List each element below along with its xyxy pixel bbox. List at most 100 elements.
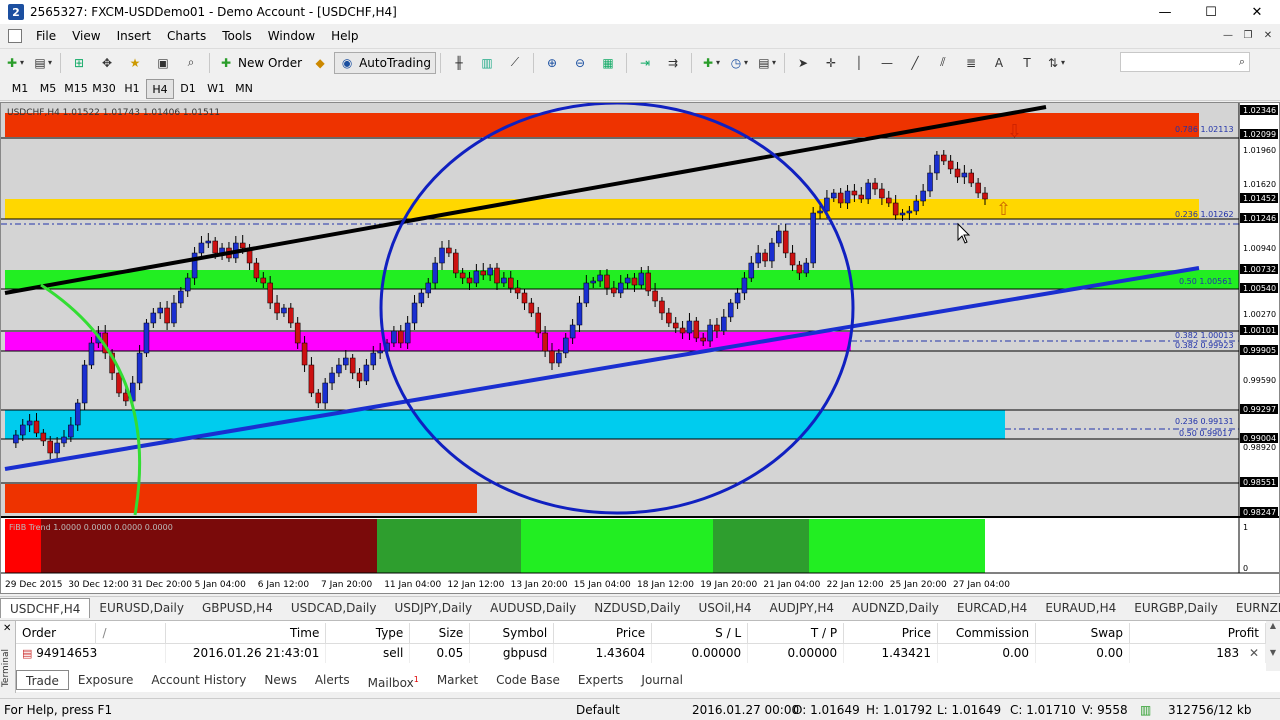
close-button[interactable]: ✕ <box>1234 0 1280 24</box>
terminal-tab-experts[interactable]: Experts <box>569 670 633 690</box>
col-tp[interactable]: T / P <box>747 623 845 643</box>
horizontal-line-button[interactable]: — <box>876 52 898 74</box>
terminal-close-icon[interactable]: ✕ <box>3 623 11 634</box>
tf-h1[interactable]: H1 <box>118 79 146 99</box>
chart-tab[interactable]: GBPUSD,H4 <box>193 598 282 618</box>
col-size[interactable]: Size <box>409 623 471 643</box>
search-input[interactable]: ⌕ <box>1120 52 1250 72</box>
chart-tab[interactable]: EURNZD,Dail <box>1227 598 1280 618</box>
market-watch-button[interactable]: ⊞ <box>68 52 90 74</box>
close-order-icon[interactable]: ✕ <box>1249 646 1259 660</box>
bar-chart-button[interactable]: ╫ <box>448 52 470 74</box>
text-button[interactable]: A <box>988 52 1010 74</box>
tf-h4[interactable]: H4 <box>146 78 174 99</box>
terminal-tab-account-history[interactable]: Account History <box>142 670 255 690</box>
navigator-button[interactable]: ★ <box>124 52 146 74</box>
order-sl[interactable]: 0.00000 <box>651 643 749 663</box>
chart-tab[interactable]: AUDUSD,Daily <box>481 598 585 618</box>
equidistant-channel-button[interactable]: ⫽ <box>932 52 954 74</box>
crosshair-button[interactable]: ✛ <box>820 52 842 74</box>
menu-view[interactable]: View <box>64 24 108 48</box>
mdi-close-button[interactable]: ✕ <box>1260 28 1276 42</box>
col-type[interactable]: Type <box>325 623 411 643</box>
order-tp[interactable]: 0.00000 <box>747 643 845 663</box>
indicators-button[interactable]: ✚ ▾ <box>699 52 721 74</box>
terminal-tab-mailbox[interactable]: Mailbox1 <box>359 670 428 690</box>
terminal-tab-alerts[interactable]: Alerts <box>306 670 359 690</box>
text-label-button[interactable]: T <box>1016 52 1038 74</box>
trendline-button[interactable]: ╱ <box>904 52 926 74</box>
tile-windows-button[interactable]: ▦ <box>597 52 619 74</box>
tf-m30[interactable]: M30 <box>90 79 118 99</box>
autoscroll-button[interactable]: ⇉ <box>662 52 684 74</box>
menu-help[interactable]: Help <box>323 24 366 48</box>
down-arrow-icon[interactable]: ⇩ <box>1007 121 1022 142</box>
vertical-line-button[interactable]: │ <box>848 52 870 74</box>
chart-window[interactable]: ⇩ ⇧ USDCHF,H4 1.01522 1.01743 1.01406 1.… <box>0 101 1280 594</box>
menu-insert[interactable]: Insert <box>109 24 159 48</box>
chart-window-icon[interactable] <box>8 29 22 43</box>
candlestick-button[interactable]: ▥ <box>476 52 498 74</box>
col-time[interactable]: Time <box>165 623 327 643</box>
col-swap[interactable]: Swap <box>1035 623 1130 643</box>
zoom-in-button[interactable]: ⊕ <box>541 52 563 74</box>
line-chart-button[interactable]: ⟋ <box>504 52 526 74</box>
col-price-current[interactable]: Price <box>843 623 939 643</box>
maximize-button[interactable]: ☐ <box>1188 0 1234 24</box>
tf-m5[interactable]: M5 <box>34 79 62 99</box>
minimize-button[interactable]: — <box>1142 0 1188 24</box>
terminal-tab-code-base[interactable]: Code Base <box>487 670 569 690</box>
col-symbol[interactable]: Symbol <box>469 623 555 643</box>
col-order[interactable]: Order <box>16 623 97 643</box>
table-row[interactable]: ▤ 94914653 2016.01.26 21:43:01 sell 0.05… <box>16 643 1266 663</box>
periods-button[interactable]: ◷ ▾ <box>727 52 749 74</box>
profiles-button[interactable]: ▤ ▾ <box>31 52 53 74</box>
chart-tab[interactable]: EURGBP,Daily <box>1125 598 1227 618</box>
chart-tab[interactable]: AUDNZD,Daily <box>843 598 948 618</box>
cursor-button[interactable]: ➤ <box>792 52 814 74</box>
menu-tools[interactable]: Tools <box>214 24 260 48</box>
metaeditor-button[interactable]: ◆ <box>309 52 331 74</box>
chart-tab[interactable]: USDCHF,H4 <box>0 598 91 618</box>
data-window-button[interactable]: ✥ <box>96 52 118 74</box>
chart-shift-button[interactable]: ⇥ <box>634 52 656 74</box>
tf-m1[interactable]: M1 <box>6 79 34 99</box>
tf-d1[interactable]: D1 <box>174 79 202 99</box>
price-chart[interactable]: ⇩ ⇧ USDCHF,H4 1.01522 1.01743 1.01406 1.… <box>1 101 1279 593</box>
terminal-button[interactable]: ▣ <box>152 52 174 74</box>
chart-tab[interactable]: EURCAD,H4 <box>948 598 1036 618</box>
terminal-tab-journal[interactable]: Journal <box>632 670 692 690</box>
terminal-scrollbar[interactable]: ▲ ▼ <box>1266 621 1280 671</box>
tf-mn[interactable]: MN <box>230 79 258 99</box>
arrows-button[interactable]: ⇅ ▾ <box>1044 52 1066 74</box>
chart-tab[interactable]: USDJPY,Daily <box>386 598 482 618</box>
tf-m15[interactable]: M15 <box>62 79 90 99</box>
chart-tab[interactable]: EURAUD,H4 <box>1036 598 1125 618</box>
chart-tab[interactable]: USOil,H4 <box>690 598 761 618</box>
chart-tab[interactable]: EURUSD,Daily <box>90 598 193 618</box>
terminal-tab-news[interactable]: News <box>255 670 305 690</box>
mdi-restore-button[interactable]: ❐ <box>1240 28 1256 42</box>
col-commission[interactable]: Commission <box>937 623 1037 643</box>
col-price[interactable]: Price <box>553 623 653 643</box>
autotrading-button[interactable]: ◉ AutoTrading <box>334 51 436 74</box>
chart-tab[interactable]: AUDJPY,H4 <box>761 598 844 618</box>
col-profit[interactable]: Profit <box>1129 623 1266 643</box>
terminal-tab-trade[interactable]: Trade <box>16 670 69 690</box>
tf-w1[interactable]: W1 <box>202 79 230 99</box>
terminal-tab-market[interactable]: Market <box>428 670 487 690</box>
menu-charts[interactable]: Charts <box>159 24 214 48</box>
mdi-minimize-button[interactable]: — <box>1220 28 1236 42</box>
menu-window[interactable]: Window <box>260 24 323 48</box>
strategy-tester-button[interactable]: ⌕ <box>180 52 202 74</box>
menu-file[interactable]: File <box>28 24 64 48</box>
chart-tab[interactable]: USDCAD,Daily <box>282 598 386 618</box>
zoom-out-button[interactable]: ⊖ <box>569 52 591 74</box>
new-order-button[interactable]: ✚ New Order <box>214 52 306 74</box>
up-arrow-icon[interactable]: ⇧ <box>996 199 1011 220</box>
fibonacci-button[interactable]: ≣ <box>960 52 982 74</box>
templates-button[interactable]: ▤ ▾ <box>755 52 777 74</box>
chart-plot-area[interactable] <box>1 103 1239 517</box>
col-sl[interactable]: S / L <box>651 623 749 643</box>
new-chart-button[interactable]: ✚ ▾ <box>3 52 25 74</box>
